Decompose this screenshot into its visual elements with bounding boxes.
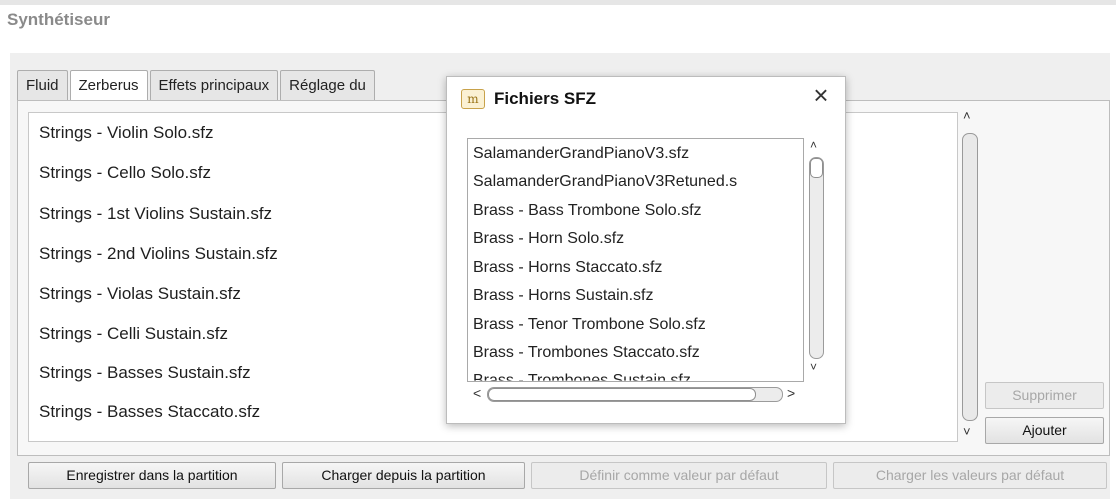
list-item[interactable]: Brass - Horn Solo.sfz xyxy=(473,230,624,248)
list-item[interactable]: Brass - Tenor Trombone Solo.sfz xyxy=(473,316,706,334)
scroll-up-icon[interactable]: ˄ xyxy=(963,108,971,123)
dialog-titlebar: m Fichiers SFZ xyxy=(461,86,596,112)
scrollbar-thumb[interactable] xyxy=(488,388,756,401)
sfz-list-horizontal-scrollbar[interactable]: < > xyxy=(467,384,804,406)
sfz-file-list[interactable]: SalamanderGrandPianoV3.sfz SalamanderGra… xyxy=(467,138,804,382)
window-title: Synthétiseur xyxy=(7,10,110,29)
tab-fluid[interactable]: Fluid xyxy=(17,70,68,101)
sfz-list-vertical-scrollbar[interactable]: ˄ ˅ xyxy=(805,138,827,382)
set-as-default-button[interactable]: Définir comme valeur par défaut xyxy=(531,462,827,489)
scrollbar-thumb[interactable] xyxy=(962,133,978,421)
load-defaults-button[interactable]: Charger les valeurs par défaut xyxy=(833,462,1107,489)
list-item[interactable]: Brass - Bass Trombone Solo.sfz xyxy=(473,202,702,220)
list-item[interactable]: Strings - Violin Solo.sfz xyxy=(39,123,213,143)
list-item[interactable]: Strings - 2nd Violins Sustain.sfz xyxy=(39,244,278,264)
scroll-down-icon[interactable]: ˅ xyxy=(963,424,971,439)
list-item[interactable]: Strings - Basses Staccato.sfz xyxy=(39,402,260,422)
loaded-list-scrollbar[interactable]: ˄ ˅ xyxy=(961,108,980,442)
list-item[interactable]: Brass - Horns Staccato.sfz xyxy=(473,259,662,277)
tab-main-effects[interactable]: Effets principaux xyxy=(149,70,279,101)
list-item[interactable]: SalamanderGrandPianoV3.sfz xyxy=(473,145,689,163)
list-item[interactable]: Strings - Cello Solo.sfz xyxy=(39,163,211,183)
list-item[interactable]: Strings - Celli Sustain.sfz xyxy=(39,324,228,344)
top-strip xyxy=(0,0,1116,5)
list-item[interactable]: Brass - Trombones Staccato.sfz xyxy=(473,344,700,362)
tab-tuning[interactable]: Réglage du xyxy=(280,70,375,101)
list-item[interactable]: Brass - Trombones Sustain.sfz xyxy=(473,372,691,381)
scroll-down-icon[interactable]: ˅ xyxy=(810,360,817,374)
save-to-score-button[interactable]: Enregistrer dans la partition xyxy=(28,462,276,489)
scrollbar-thumb[interactable] xyxy=(810,158,823,178)
remove-button[interactable]: Supprimer xyxy=(985,382,1104,409)
scroll-up-icon[interactable]: ˄ xyxy=(810,138,817,152)
scrollbar-track[interactable] xyxy=(809,157,824,359)
tab-zerberus[interactable]: Zerberus xyxy=(69,70,148,102)
close-icon[interactable]: × xyxy=(807,81,835,109)
tab-bar: Fluid Zerberus Effets principaux Réglage… xyxy=(17,70,375,102)
scroll-left-icon[interactable]: < xyxy=(473,385,481,401)
scroll-right-icon[interactable]: > xyxy=(787,385,795,401)
load-from-score-button[interactable]: Charger depuis la partition xyxy=(282,462,525,489)
list-item[interactable]: SalamanderGrandPianoV3Retuned.s xyxy=(473,173,737,191)
add-button[interactable]: Ajouter xyxy=(985,417,1104,444)
list-item[interactable]: Strings - Violas Sustain.sfz xyxy=(39,284,241,304)
list-item[interactable]: Strings - Basses Sustain.sfz xyxy=(39,363,251,383)
musescore-icon: m xyxy=(461,89,485,109)
list-item[interactable]: Strings - 1st Violins Sustain.sfz xyxy=(39,204,272,224)
dialog-title: Fichiers SFZ xyxy=(494,89,597,108)
list-item[interactable]: Brass - Horns Sustain.sfz xyxy=(473,287,654,305)
